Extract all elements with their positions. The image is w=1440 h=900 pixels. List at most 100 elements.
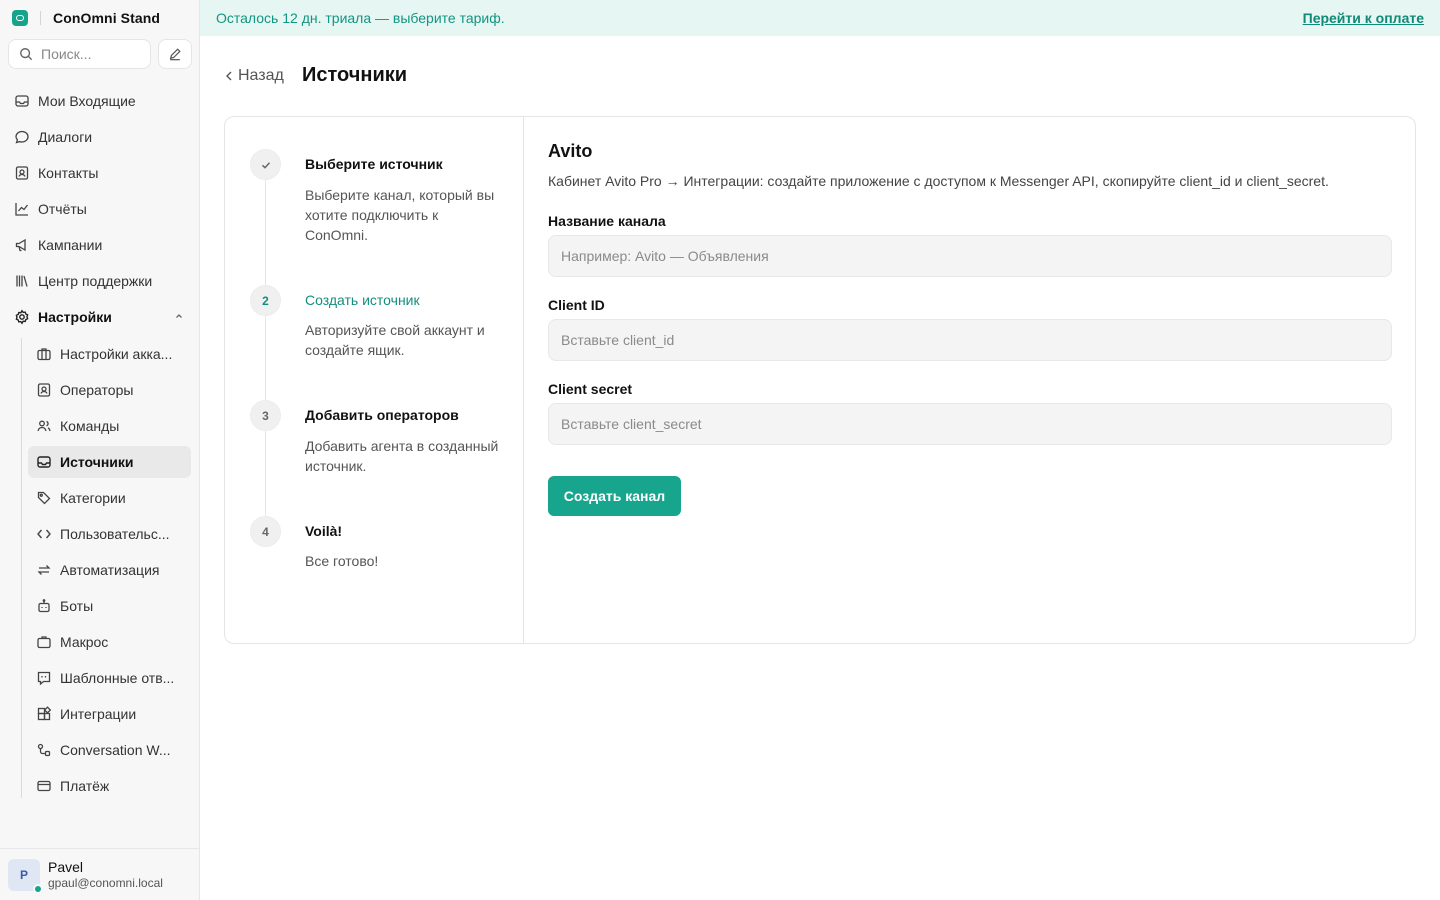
nav-item-reports[interactable]: Отчёты xyxy=(8,193,192,225)
page-title: Источники xyxy=(302,64,408,86)
go-to-payment-link[interactable]: Перейти к оплате xyxy=(1303,10,1424,26)
settings-item-label: Операторы xyxy=(60,382,134,398)
settings-item-label: Автоматизация xyxy=(60,562,160,578)
settings-item-label: Пользовательс... xyxy=(60,526,170,542)
settings-item-bots[interactable]: Боты xyxy=(28,590,191,622)
step-description: Авторизуйте свой аккаунт и создайте ящик… xyxy=(305,322,485,358)
settings-item-teams[interactable]: Команды xyxy=(28,410,191,442)
channel-name-label: Название канала xyxy=(548,213,666,229)
client-secret-input[interactable] xyxy=(548,403,1392,445)
check-icon xyxy=(261,161,270,169)
steps-connector-line xyxy=(265,165,266,532)
search-input[interactable] xyxy=(41,46,141,62)
nav-label: Центр поддержки xyxy=(38,273,153,289)
nav-item-inbox[interactable]: Мои Входящие xyxy=(8,85,192,117)
users-icon xyxy=(36,418,52,434)
nav-item-settings[interactable]: Настройки xyxy=(8,301,192,333)
settings-tree-line xyxy=(21,338,22,798)
step-description: Все готово! xyxy=(305,553,379,569)
client-secret-label: Client secret xyxy=(548,381,633,397)
bot-icon xyxy=(36,598,52,614)
step-description: Выберите канал, который вы хотите подклю… xyxy=(305,187,495,243)
nav-label: Кампании xyxy=(38,237,103,253)
user-profile[interactable]: P Pavel gpaul@conomni.local xyxy=(0,848,199,900)
settings-item-payment[interactable]: Платёж xyxy=(28,770,191,802)
sidebar: ConOmni Stand Мои Входящие Диалоги Конта… xyxy=(0,0,200,900)
library-icon xyxy=(14,273,30,289)
megaphone-icon xyxy=(14,237,30,253)
line-chart-icon xyxy=(14,201,30,217)
step-title: Voilà! xyxy=(305,523,343,539)
search-icon xyxy=(20,48,33,61)
inbox-icon xyxy=(14,93,30,109)
trial-banner: Осталось 12 дн. триала — выберите тариф.… xyxy=(200,0,1440,36)
briefcase-icon xyxy=(36,346,52,362)
settings-item-label: Conversation W... xyxy=(60,742,171,758)
settings-item-label: Боты xyxy=(60,598,94,614)
settings-item-label: Шаблонные отв... xyxy=(60,670,175,686)
chevron-left-icon xyxy=(226,71,232,81)
settings-item-label: Интеграции xyxy=(60,706,137,722)
chat-bubble-icon xyxy=(14,129,30,145)
avatar: P xyxy=(8,858,43,894)
step-description: Добавить агента в созданный источник. xyxy=(305,438,499,474)
settings-item-conversation-workflow[interactable]: Conversation W... xyxy=(28,734,191,766)
settings-item-integrations[interactable]: Интеграции xyxy=(28,698,191,730)
arrows-icon xyxy=(36,562,52,578)
message-quote-icon xyxy=(36,670,52,686)
settings-item-sources[interactable]: Источники xyxy=(28,446,191,478)
nav-label: Мои Входящие xyxy=(38,93,136,109)
pencil-icon xyxy=(169,48,181,61)
step-number: 4 xyxy=(250,516,281,547)
settings-item-categories[interactable]: Категории xyxy=(28,482,191,514)
brand-name: ConOmni Stand xyxy=(53,10,161,26)
step-title: Добавить операторов xyxy=(305,407,459,423)
form-description: Кабинет Avito Pro → Интеграции: создайте… xyxy=(548,173,1329,189)
client-id-label: Client ID xyxy=(548,297,605,313)
credit-card-icon xyxy=(36,778,52,794)
back-label: Назад xyxy=(238,67,284,84)
avatar-initial: P xyxy=(19,867,28,882)
wizard-steps: Выберите источник Выберите канал, которы… xyxy=(225,117,524,643)
user-email: gpaul@conomni.local xyxy=(48,875,163,890)
settings-item-canned-responses[interactable]: Шаблонные отв... xyxy=(28,662,191,694)
form-title: Avito xyxy=(548,141,593,161)
chevron-up-icon[interactable] xyxy=(174,311,184,321)
settings-item-label: Команды xyxy=(60,418,120,434)
settings-item-macros[interactable]: Макрос xyxy=(28,626,191,658)
user-name: Pavel xyxy=(48,858,84,875)
settings-item-label: Макрос xyxy=(60,634,109,650)
inbox-icon xyxy=(36,454,52,470)
client-id-input[interactable] xyxy=(548,319,1392,361)
divider xyxy=(40,11,41,25)
nav-item-help-center[interactable]: Центр поддержки xyxy=(8,265,192,297)
puzzle-icon xyxy=(36,706,52,722)
contact-card-icon xyxy=(36,382,52,398)
briefcase-icon xyxy=(36,634,52,650)
contact-card-icon xyxy=(14,165,30,181)
online-status-dot xyxy=(33,883,43,894)
step-title: Создать источник xyxy=(305,292,420,308)
settings-item-account[interactable]: Настройки акка... xyxy=(28,338,191,370)
create-channel-button[interactable]: Создать канал xyxy=(548,476,681,516)
settings-item-automation[interactable]: Автоматизация xyxy=(28,554,191,586)
back-button[interactable]: Назад xyxy=(224,66,284,86)
channel-name-input[interactable] xyxy=(548,235,1392,277)
nav-label: Настройки xyxy=(38,309,112,325)
nav-item-campaigns[interactable]: Кампании xyxy=(8,229,192,261)
search-box[interactable] xyxy=(8,39,151,69)
settings-item-operators[interactable]: Операторы xyxy=(28,374,191,406)
settings-item-custom-attributes[interactable]: Пользовательс... xyxy=(28,518,191,550)
brand-logo-icon xyxy=(12,10,28,26)
step-number: 2 xyxy=(250,285,281,316)
create-source-card: Выберите источник Выберите канал, которы… xyxy=(224,116,1416,644)
step-title: Выберите источник xyxy=(305,156,443,172)
brand[interactable]: ConOmni Stand xyxy=(12,8,160,28)
nav-item-contacts[interactable]: Контакты xyxy=(8,157,192,189)
gear-icon xyxy=(14,309,30,325)
nav-item-dialogs[interactable]: Диалоги xyxy=(8,121,192,153)
tag-icon xyxy=(36,490,52,506)
compose-button[interactable] xyxy=(158,39,192,69)
code-icon xyxy=(36,526,52,542)
settings-item-label: Настройки акка... xyxy=(60,346,173,362)
